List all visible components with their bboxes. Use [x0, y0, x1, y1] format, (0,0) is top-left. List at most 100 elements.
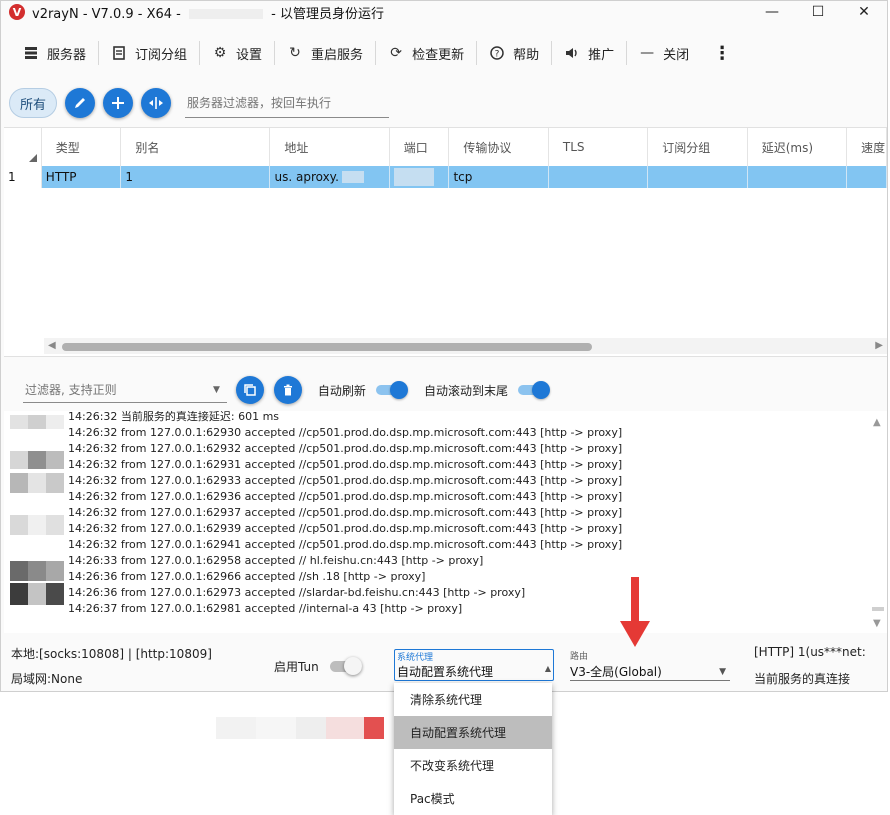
chevron-down-icon: ▼	[719, 667, 726, 677]
minus-icon: —	[640, 45, 655, 61]
grid-header: 类型 别名 地址 端口 传输协议 TLS 订阅分组 延迟(ms) 速度	[4, 128, 887, 166]
more-options-icon[interactable]: ⋮	[701, 43, 743, 64]
routing-label: 路由	[570, 652, 589, 662]
address-redacted	[341, 171, 364, 183]
help-button[interactable]: ? 帮助	[477, 35, 551, 71]
help-label: 帮助	[513, 47, 540, 63]
split-arrows-icon	[149, 97, 164, 109]
main-window: V v2rayN - V7.0.9 - X64 - - 以管理员身份运行 — ☐…	[0, 0, 888, 692]
column-header-address[interactable]: 地址	[270, 128, 390, 166]
restart-label: 重启服务	[311, 47, 364, 63]
clear-log-button[interactable]	[273, 376, 302, 404]
column-header-transport[interactable]: 传输协议	[449, 128, 549, 166]
maximize-button[interactable]: ☐	[795, 1, 841, 23]
table-row[interactable]: 1 HTTP 1 us. aproxy. tcp	[4, 166, 887, 188]
log-filter-input[interactable]	[23, 377, 227, 403]
close-window-button[interactable]: ✕	[841, 1, 887, 23]
log-line: 14:26:32 当前服务的真连接延迟: 601 ms	[68, 411, 280, 423]
scrollbar-thumb[interactable]	[62, 343, 592, 351]
routing-select[interactable]: 路由 V3-全局(Global) ▼	[570, 649, 730, 681]
column-header-speed[interactable]: 速度	[847, 128, 887, 166]
subscriptions-menu-button[interactable]: 订阅分组	[99, 35, 199, 71]
subscription-icon	[111, 45, 127, 61]
port-redacted	[393, 168, 434, 186]
scroll-down-icon[interactable]: ▼	[873, 618, 881, 629]
log-line: 14:26:32 from 127.0.0.1:62941 accepted /…	[68, 538, 623, 551]
log-vertical-scrollbar[interactable]: ▲ ▼	[871, 411, 885, 633]
system-proxy-select[interactable]: 系统代理 自动配置系统代理 ▲	[394, 649, 554, 681]
log-line: 14:26:36 from 127.0.0.1:62973 accepted /…	[68, 586, 526, 599]
lan-status: 局域网:None	[11, 672, 83, 686]
scroll-right-icon[interactable]: ▶	[875, 340, 883, 351]
speaker-icon	[564, 45, 580, 61]
restart-icon: ↻	[289, 45, 301, 61]
scroll-left-icon[interactable]: ◀	[48, 340, 56, 351]
column-header-delay[interactable]: 延迟(ms)	[748, 128, 848, 166]
scroll-up-icon[interactable]: ▲	[873, 417, 881, 428]
log-lines: 14:26:32 当前服务的真连接延迟: 601 ms 14:26:32 fro…	[68, 411, 868, 617]
cell-delay	[748, 166, 848, 188]
log-line: 14:26:32 from 127.0.0.1:62936 accepted /…	[68, 490, 623, 503]
check-update-button[interactable]: ⟳ 检查更新	[376, 35, 476, 71]
log-line: 14:26:32 from 127.0.0.1:62937 accepted /…	[68, 506, 623, 519]
title-bar: V v2rayN - V7.0.9 - X64 - - 以管理员身份运行 — ☐…	[1, 1, 887, 23]
menu-item-auto-proxy[interactable]: 自动配置系统代理	[394, 716, 552, 749]
subscriptions-label: 订阅分组	[135, 47, 188, 63]
server-grid: 类型 别名 地址 端口 传输协议 TLS 订阅分组 延迟(ms) 速度 1 HT…	[4, 127, 887, 357]
close-app-button[interactable]: — 关闭	[627, 35, 701, 71]
help-icon: ?	[489, 45, 505, 61]
all-servers-chip[interactable]: 所有	[9, 88, 58, 118]
redacted-area	[216, 717, 384, 739]
system-proxy-label: 系统代理	[397, 653, 434, 663]
log-line: 14:26:37 from 127.0.0.1:62981 accepted /…	[68, 602, 463, 615]
split-view-button[interactable]	[141, 88, 172, 118]
add-server-button[interactable]	[103, 88, 134, 118]
auto-refresh-label: 自动刷新	[317, 383, 366, 398]
settings-menu-button[interactable]: ⚙ 设置	[200, 35, 274, 71]
menu-item-pac-mode[interactable]: Pac模式	[394, 782, 552, 815]
column-header-alias[interactable]: 别名	[121, 128, 271, 166]
column-header-port[interactable]: 端口	[390, 128, 450, 166]
grid-horizontal-scrollbar[interactable]: ◀ ▶	[44, 338, 887, 354]
trash-icon	[283, 384, 292, 396]
cell-alias: 1	[121, 166, 271, 188]
log-line: 14:26:32 from 127.0.0.1:62931 accepted /…	[68, 458, 623, 471]
server-filter-input[interactable]	[185, 88, 390, 118]
restart-service-button[interactable]: ↻ 重启服务	[275, 35, 375, 71]
system-proxy-dropdown: 清除系统代理 自动配置系统代理 不改变系统代理 Pac模式	[394, 683, 552, 815]
auto-scroll-toggle[interactable]	[517, 381, 550, 399]
log-line: 14:26:32 from 127.0.0.1:62933 accepted /…	[68, 474, 623, 487]
servers-menu-button[interactable]: 服务器	[11, 35, 98, 71]
minimize-button[interactable]: —	[749, 1, 795, 23]
menu-item-clear-proxy[interactable]: 清除系统代理	[394, 683, 552, 716]
tun-toggle[interactable]	[330, 657, 364, 675]
copy-icon	[244, 384, 256, 396]
title-redacted	[188, 9, 263, 19]
edit-server-button[interactable]	[65, 88, 96, 118]
copy-log-button[interactable]	[235, 376, 264, 404]
pencil-icon	[75, 98, 86, 108]
chevron-down-icon[interactable]: ▼	[213, 385, 220, 395]
column-header-tls[interactable]: TLS	[549, 128, 649, 166]
column-header-subscription[interactable]: 订阅分组	[648, 128, 748, 166]
promote-button[interactable]: 推广	[552, 35, 626, 71]
servers-label: 服务器	[47, 47, 87, 63]
log-line: 14:26:33 from 127.0.0.1:62958 accepted /…	[68, 554, 484, 567]
window-controls: — ☐ ✕	[749, 1, 887, 23]
cell-transport: tcp	[449, 166, 549, 188]
v2rayn-logo-icon: V	[9, 4, 25, 20]
column-header-type[interactable]: 类型	[42, 128, 122, 166]
gear-icon: ⚙	[213, 45, 227, 61]
cell-tls	[549, 166, 649, 188]
log-line: 14:26:32 from 127.0.0.1:62930 accepted /…	[68, 426, 623, 439]
scrollbar-thumb[interactable]	[872, 607, 884, 611]
cell-subscription	[648, 166, 748, 188]
grid-corner[interactable]	[4, 128, 42, 166]
current-delay-status: 当前服务的真连接	[754, 672, 851, 686]
menu-item-keep-proxy[interactable]: 不改变系统代理	[394, 749, 552, 782]
cell-speed	[847, 166, 887, 188]
auto-refresh-toggle[interactable]	[375, 381, 408, 399]
system-proxy-value: 自动配置系统代理	[397, 665, 494, 679]
close-label: 关闭	[663, 47, 690, 63]
log-panel[interactable]: 14:26:32 当前服务的真连接延迟: 601 ms 14:26:32 fro…	[4, 411, 887, 633]
